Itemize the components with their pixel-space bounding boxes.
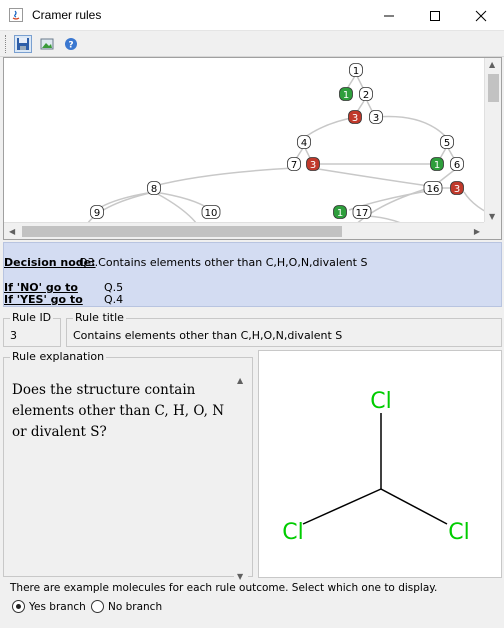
if-yes-value: Q.4	[104, 293, 124, 306]
export-image-button[interactable]	[38, 35, 56, 53]
yes-branch-radio[interactable]: Yes branch	[12, 600, 86, 613]
scroll-right-arrow-icon[interactable]: ▶	[474, 227, 480, 236]
title-bar: Cramer rules	[0, 0, 504, 31]
save-icon	[17, 38, 29, 50]
tree-node-label: 4	[301, 138, 307, 149]
tree-node-white[interactable]: 1	[349, 63, 363, 78]
tree-node-label: 17	[356, 208, 369, 219]
tree-horizontal-scrollbar[interactable]: ◀ ▶	[4, 222, 484, 239]
rule-explanation-box: Rule explanation Does the structure cont…	[3, 350, 253, 581]
rule-title-value: Contains elements other than C,H,O,N,div…	[73, 329, 343, 342]
minimize-icon	[384, 15, 394, 16]
tree-vertical-scrollbar[interactable]: ▲ ▼	[484, 58, 501, 223]
decision-node-panel: Decision node: Q3.Contains elements othe…	[3, 242, 502, 307]
example-molecule-panel: Cl Cl Cl	[258, 350, 502, 578]
no-branch-label: No branch	[108, 600, 163, 613]
svg-text:?: ?	[68, 41, 73, 51]
tree-node-label: 1	[353, 66, 359, 77]
explanation-scroll-up-icon[interactable]: ▲	[237, 376, 243, 385]
rule-id-value: 3	[10, 329, 17, 342]
tree-node-white[interactable]: 16	[423, 181, 443, 196]
close-button[interactable]	[458, 0, 504, 31]
tree-node-green[interactable]: 1	[430, 157, 444, 172]
tree-node-white[interactable]: 7	[287, 157, 301, 172]
tree-node-label: 3	[454, 184, 460, 195]
tree-node-label: 7	[291, 160, 297, 171]
tree-node-white[interactable]: 3	[369, 110, 383, 125]
explanation-scroll-down-icon[interactable]: ▼	[237, 572, 243, 581]
tree-node-label: 6	[454, 160, 460, 171]
tree-node-red[interactable]: 3	[450, 181, 464, 196]
scroll-corner	[484, 222, 501, 239]
tree-node-label: 10	[205, 208, 218, 219]
explanation-scrollbar[interactable]: ▲ ▼	[234, 376, 248, 581]
tree-node-white[interactable]: 8	[147, 181, 161, 196]
tree-node-red[interactable]: 3	[348, 110, 362, 125]
maximize-button[interactable]	[412, 0, 458, 31]
tree-node-label: 3	[352, 113, 358, 124]
scroll-left-arrow-icon[interactable]: ◀	[9, 227, 15, 236]
yes-branch-radio-circle[interactable]	[12, 600, 25, 613]
tree-node-green[interactable]: 1	[333, 205, 347, 220]
rule-title-box: Rule title Contains elements other than …	[66, 311, 502, 347]
image-icon	[40, 38, 54, 50]
tree-node-label: 5	[444, 138, 450, 149]
toolbar: ?	[0, 31, 504, 57]
tree-node-red[interactable]: 3	[306, 157, 320, 172]
rule-id-label: Rule ID	[10, 311, 54, 324]
tree-node-label: 1	[337, 208, 343, 219]
rule-id-box: Rule ID 3	[3, 311, 61, 347]
tree-node-white[interactable]: 10	[201, 205, 221, 220]
window-title: Cramer rules	[32, 8, 102, 22]
rule-explanation-label: Rule explanation	[10, 350, 107, 363]
tree-vertical-scroll-thumb[interactable]	[488, 74, 499, 102]
tree-node-white[interactable]: 17	[352, 205, 372, 220]
atom-label-right: Cl	[448, 520, 469, 545]
rule-explanation-text: Does the structure contain elements othe…	[12, 382, 225, 440]
scroll-up-arrow-icon[interactable]: ▲	[489, 60, 495, 69]
tree-node-label: 3	[310, 160, 316, 171]
atom-label-left: Cl	[282, 520, 303, 545]
tree-node-white[interactable]: 6	[450, 157, 464, 172]
scroll-down-arrow-icon[interactable]: ▼	[489, 212, 495, 221]
tree-horizontal-scroll-thumb[interactable]	[22, 226, 342, 237]
tree-node-label: 9	[94, 208, 100, 219]
molecule-structure: Cl Cl Cl	[282, 389, 469, 545]
tree-edges	[81, 75, 500, 239]
tree-node-green[interactable]: 1	[339, 87, 353, 102]
java-app-icon	[9, 8, 23, 22]
save-button[interactable]	[14, 35, 32, 53]
tree-node-white[interactable]: 9	[90, 205, 104, 220]
tree-node-label: 1	[343, 90, 349, 101]
decision-tree-graph[interactable]: 11 23 34 57 3 1 68 16 39 10 1 17	[4, 58, 502, 240]
close-icon	[475, 10, 487, 21]
no-branch-radio-circle[interactable]	[91, 600, 104, 613]
yes-branch-label: Yes branch	[29, 600, 86, 613]
tree-node-white[interactable]: 4	[297, 135, 311, 150]
no-branch-radio[interactable]: No branch	[91, 600, 162, 613]
maximize-icon	[430, 10, 440, 21]
help-icon: ?	[65, 38, 77, 51]
decision-node-value: Q3.Contains elements other than C,H,O,N,…	[79, 256, 368, 269]
tree-node-white[interactable]: 5	[440, 135, 454, 150]
tree-node-label: 2	[363, 90, 369, 101]
minimize-button[interactable]	[366, 0, 412, 31]
atom-label-top: Cl	[370, 389, 391, 414]
tree-node-label: 1	[434, 160, 440, 171]
tree-node-label: 16	[427, 184, 440, 195]
tree-node-label: 3	[373, 113, 379, 124]
rule-title-label: Rule title	[73, 311, 126, 324]
example-info-text: There are example molecules for each rul…	[10, 582, 438, 594]
tree-node-white[interactable]: 2	[359, 87, 373, 102]
if-yes-label: If 'YES' go to	[4, 293, 83, 306]
toolbar-grip[interactable]	[5, 35, 8, 53]
help-button[interactable]: ?	[62, 35, 80, 53]
tree-node-label: 8	[151, 184, 157, 195]
decision-tree-view[interactable]: 1 1 2 3 3 4 5 7 3 1 6 8 16 3 9 10 1 17 ▲ ▼ ◀ ▶	[3, 57, 502, 240]
